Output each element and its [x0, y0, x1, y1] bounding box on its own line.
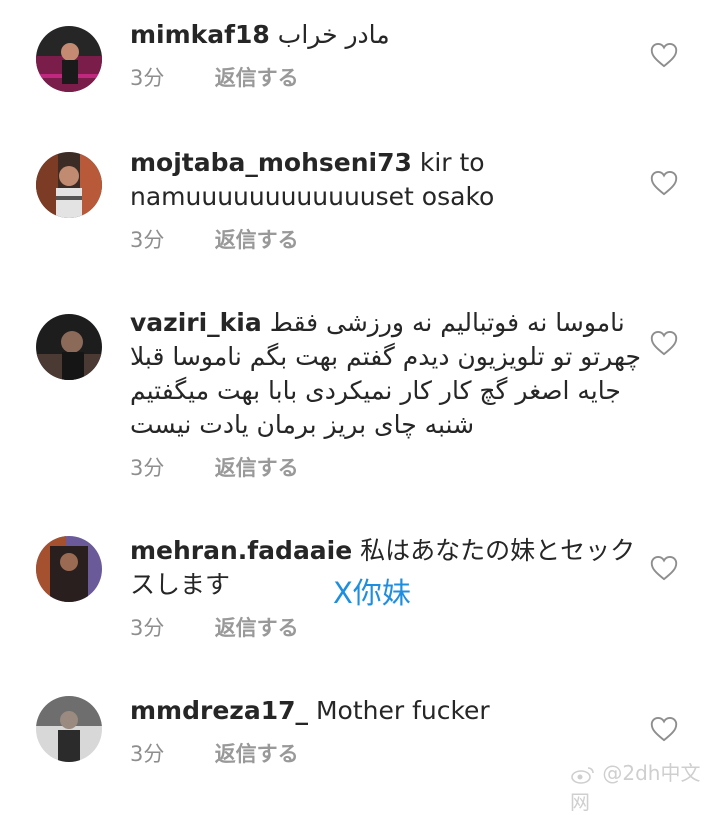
avatar-image [36, 26, 102, 92]
heart-icon[interactable] [650, 716, 678, 742]
heart-icon[interactable] [650, 170, 678, 196]
comment-username[interactable]: vaziri_kia [130, 308, 262, 337]
comment-username[interactable]: mehran.fadaaie [130, 536, 352, 565]
comment-text: vaziri_kia ناموسا نه فوتبالیم نه ورزشی ف… [130, 306, 650, 442]
comment-time: 3分 [130, 742, 165, 766]
avatar[interactable] [36, 26, 102, 92]
comment-time: 3分 [130, 456, 165, 480]
avatar[interactable] [36, 314, 102, 380]
comment-meta: 3分 返信する [130, 452, 650, 482]
reply-button[interactable]: 返信する [215, 62, 299, 92]
watermark: @2dh中文网 [570, 757, 720, 815]
comment-text: mojtaba_mohseni73 kir to namuuuuuuuuuuuu… [130, 146, 650, 214]
avatar[interactable] [36, 696, 102, 762]
heart-icon[interactable] [650, 42, 678, 68]
weibo-icon [571, 766, 594, 784]
comment-body: مادر خراب [277, 20, 390, 49]
avatar[interactable] [36, 536, 102, 602]
avatar-image [36, 536, 102, 602]
heart-icon[interactable] [650, 555, 678, 581]
translation-annotation: X你妹 [333, 576, 411, 610]
comment-meta: 3分 返信する [130, 612, 650, 642]
comment-meta: 3分 返信する [130, 62, 650, 92]
comment-meta: 3分 返信する [130, 224, 650, 254]
comment-time: 3分 [130, 66, 165, 90]
comment-username[interactable]: mmdreza17_ [130, 696, 308, 725]
reply-button[interactable]: 返信する [215, 612, 299, 642]
reply-button[interactable]: 返信する [215, 738, 299, 768]
comment-text: mimkaf18 مادر خراب [130, 18, 650, 52]
heart-icon[interactable] [650, 330, 678, 356]
avatar-image [36, 152, 102, 218]
avatar[interactable] [36, 152, 102, 218]
comment-time: 3分 [130, 616, 165, 640]
reply-button[interactable]: 返信する [215, 452, 299, 482]
comment-time: 3分 [130, 228, 165, 252]
comment-username[interactable]: mimkaf18 [130, 20, 270, 49]
reply-button[interactable]: 返信する [215, 224, 299, 254]
comment-body: Mother fucker [315, 696, 490, 725]
comment-username[interactable]: mojtaba_mohseni73 [130, 148, 412, 177]
comment-text: mmdreza17_ Mother fucker [130, 694, 650, 728]
avatar-image [36, 314, 102, 380]
avatar-image [36, 696, 102, 762]
